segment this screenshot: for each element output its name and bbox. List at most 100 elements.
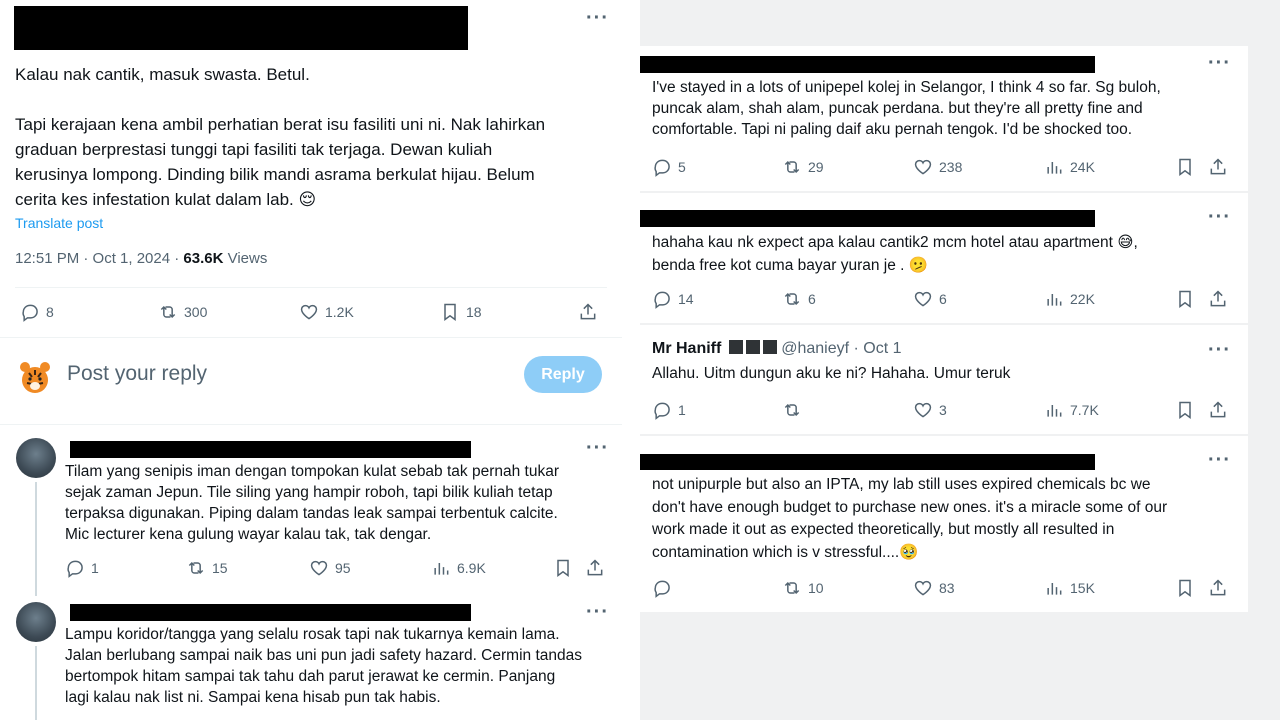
bookmark-action[interactable] bbox=[1175, 289, 1195, 309]
repost-count: 6 bbox=[808, 291, 816, 307]
reply-action[interactable]: 8 bbox=[20, 302, 54, 322]
repost-action[interactable]: 29 bbox=[782, 157, 824, 177]
bookmark-icon bbox=[1179, 579, 1191, 597]
reply-icon bbox=[67, 560, 83, 578]
reply-card[interactable]: ··· not unipurple but also an IPTA, my l… bbox=[640, 436, 1248, 612]
tweet-timestamp[interactable]: 12:51 PM · Oct 1, 2024 · bbox=[15, 250, 183, 267]
share-icon bbox=[580, 303, 596, 320]
redacted-author bbox=[640, 56, 1095, 73]
reply-button[interactable]: Reply bbox=[524, 356, 602, 393]
reply-text: Tilam yang senipis iman dengan tompokan … bbox=[65, 463, 559, 543]
reply-icon bbox=[654, 159, 670, 177]
reply-count: 8 bbox=[46, 304, 54, 320]
views-chart-icon bbox=[1047, 294, 1062, 306]
like-action[interactable]: 95 bbox=[309, 558, 351, 578]
reply-card[interactable]: ··· hahaha kau nk expect apa kalau canti… bbox=[640, 193, 1248, 323]
like-action[interactable]: 238 bbox=[913, 157, 962, 177]
like-action[interactable]: 83 bbox=[913, 578, 955, 598]
reply-card[interactable]: ··· I've stayed in a lots of unipepel ko… bbox=[640, 46, 1248, 191]
reply-action[interactable] bbox=[652, 578, 678, 598]
translate-post-link[interactable]: Translate post bbox=[15, 215, 103, 231]
share-action[interactable] bbox=[1208, 157, 1228, 177]
author-handle[interactable]: @hanieyf · Oct 1 bbox=[781, 340, 901, 357]
avatar-photo bbox=[16, 438, 56, 478]
avatar-photo bbox=[16, 602, 56, 642]
bookmark-action[interactable] bbox=[1175, 578, 1195, 598]
tweet-text-paragraph-2: Tapi kerajaan kena ambil perhatian berat… bbox=[15, 115, 546, 209]
views-action[interactable]: 15K bbox=[1044, 578, 1095, 598]
repost-action[interactable]: 10 bbox=[782, 578, 824, 598]
thread-line bbox=[35, 646, 37, 720]
views-action[interactable]: 7.7K bbox=[1044, 400, 1099, 420]
reply-count: 5 bbox=[678, 159, 686, 175]
reply-count: 1 bbox=[678, 402, 686, 418]
redacted-author bbox=[640, 210, 1095, 227]
panel-gutter bbox=[622, 0, 640, 720]
views-count: 63.6K bbox=[183, 250, 224, 267]
like-action[interactable]: 6 bbox=[913, 289, 947, 309]
reply-action[interactable]: 5 bbox=[652, 157, 686, 177]
heart-icon bbox=[914, 580, 932, 596]
reply-icon bbox=[654, 402, 670, 420]
replies-panel: ··· I've stayed in a lots of unipepel ko… bbox=[640, 0, 1280, 720]
views-count: 15K bbox=[1070, 580, 1095, 596]
repost-action[interactable]: 6 bbox=[782, 289, 816, 309]
share-action[interactable] bbox=[1208, 289, 1228, 309]
redacted-author bbox=[640, 454, 1095, 470]
repost-action[interactable]: 15 bbox=[186, 558, 228, 578]
reply-avatar[interactable] bbox=[16, 438, 56, 478]
reply-text: Lampu koridor/tangga yang selalu rosak t… bbox=[65, 626, 582, 706]
reply-text: not unipurple but also an IPTA, my lab s… bbox=[652, 476, 1168, 561]
share-action[interactable] bbox=[1208, 400, 1228, 420]
share-action[interactable] bbox=[578, 302, 598, 322]
repost-action[interactable]: 300 bbox=[158, 302, 207, 322]
more-options-icon[interactable]: ··· bbox=[586, 602, 609, 622]
reply-text: I've stayed in a lots of unipepel kolej … bbox=[652, 79, 1161, 138]
like-action[interactable]: 3 bbox=[913, 400, 947, 420]
bookmark-action[interactable] bbox=[553, 558, 573, 578]
main-tweet-panel: ··· Kalau nak cantik, masuk swasta. Betu… bbox=[0, 0, 622, 720]
author-name[interactable]: Mr Haniff bbox=[652, 340, 721, 357]
share-icon bbox=[1210, 158, 1226, 175]
more-options-icon[interactable]: ··· bbox=[1208, 53, 1231, 73]
share-icon bbox=[1210, 579, 1226, 596]
flag-icon bbox=[745, 340, 760, 354]
share-action[interactable] bbox=[585, 558, 605, 578]
views-action[interactable]: 6.9K bbox=[431, 558, 486, 578]
bookmark-action[interactable] bbox=[1175, 400, 1195, 420]
views-action[interactable]: 24K bbox=[1044, 157, 1095, 177]
bookmark-action[interactable] bbox=[1175, 157, 1195, 177]
share-icon bbox=[1210, 290, 1226, 307]
more-options-icon[interactable]: ··· bbox=[1208, 207, 1231, 227]
views-chart-icon bbox=[1047, 583, 1062, 595]
redacted-author bbox=[70, 604, 471, 621]
share-action[interactable] bbox=[1208, 578, 1228, 598]
divider bbox=[0, 337, 622, 338]
like-action[interactable]: 1.2K bbox=[299, 302, 354, 322]
reply-avatar[interactable] bbox=[16, 602, 56, 642]
repost-count: 15 bbox=[212, 560, 228, 576]
like-count: 6 bbox=[939, 291, 947, 307]
reply-card[interactable]: Mr Haniff @hanieyf · Oct 1 ··· Allahu. U… bbox=[640, 325, 1248, 434]
author-line: Mr Haniff @hanieyf · Oct 1 bbox=[652, 340, 902, 358]
repost-icon bbox=[188, 561, 204, 575]
views-action[interactable]: 22K bbox=[1044, 289, 1095, 309]
user-avatar[interactable] bbox=[15, 356, 55, 396]
more-options-icon[interactable]: ··· bbox=[1208, 340, 1231, 360]
repost-icon bbox=[784, 581, 800, 595]
views-count: 6.9K bbox=[457, 560, 486, 576]
reply-action[interactable]: 1 bbox=[652, 400, 686, 420]
views-chart-icon bbox=[1047, 405, 1062, 417]
reply-text: Allahu. Uitm dungun aku ke ni? Hahaha. U… bbox=[652, 365, 1011, 382]
reply-action[interactable]: 14 bbox=[652, 289, 694, 309]
like-count: 1.2K bbox=[325, 304, 354, 320]
reply-icon bbox=[654, 291, 670, 309]
reply-input[interactable]: Post your reply bbox=[67, 362, 207, 386]
more-options-icon[interactable]: ··· bbox=[586, 8, 609, 28]
more-options-icon[interactable]: ··· bbox=[1208, 450, 1231, 470]
reply-action[interactable]: 1 bbox=[65, 558, 99, 578]
bookmark-action[interactable]: 18 bbox=[440, 302, 482, 322]
more-options-icon[interactable]: ··· bbox=[586, 438, 609, 458]
repost-action[interactable] bbox=[782, 400, 808, 420]
heart-icon bbox=[310, 560, 328, 576]
